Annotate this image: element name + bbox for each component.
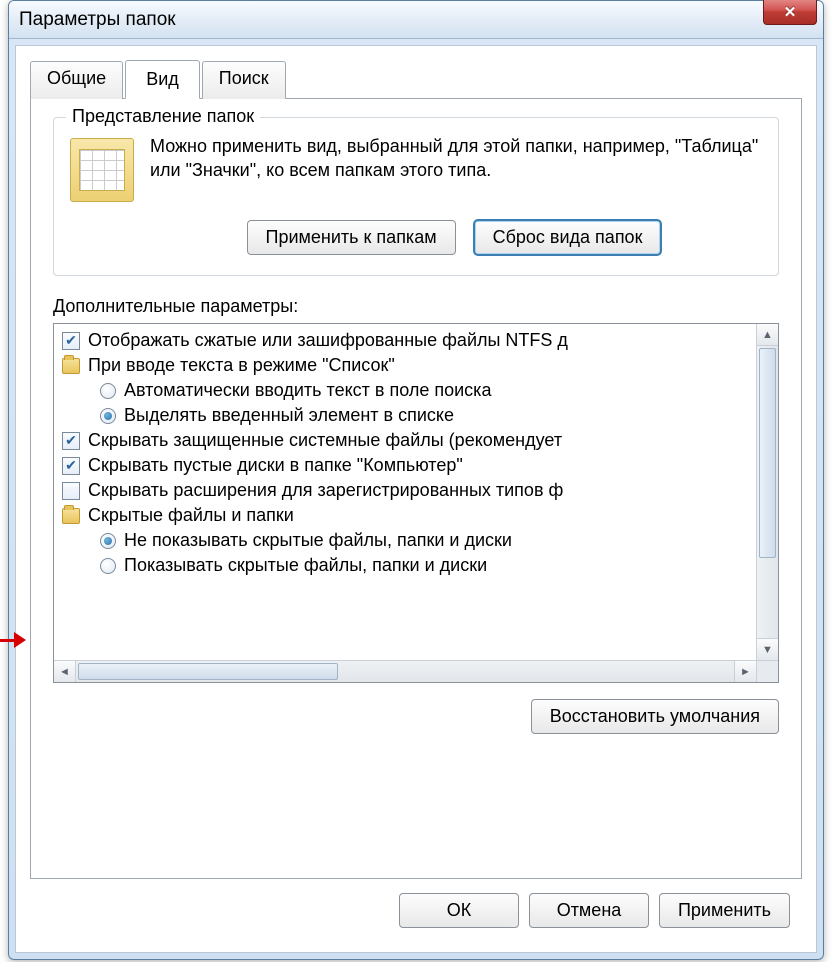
- scroll-up-icon[interactable]: ▲: [757, 324, 778, 346]
- list-item-label: Не показывать скрытые файлы, папки и дис…: [124, 530, 512, 551]
- list-item[interactable]: Скрытые файлы и папки: [56, 503, 776, 528]
- folder-icon: [62, 358, 80, 374]
- radio-icon[interactable]: [100, 383, 116, 399]
- close-icon: ✕: [784, 3, 797, 21]
- list-item[interactable]: Автоматически вводить текст в поле поиск…: [56, 378, 776, 403]
- folder-icon: [70, 138, 134, 202]
- list-item[interactable]: Не показывать скрытые файлы, папки и дис…: [56, 528, 776, 553]
- v-thumb[interactable]: [759, 348, 776, 558]
- radio-icon[interactable]: [100, 558, 116, 574]
- cancel-button[interactable]: Отмена: [529, 893, 649, 928]
- list-item[interactable]: ✔ Скрывать пустые диски в папке "Компьюте…: [56, 453, 776, 478]
- list-item[interactable]: При вводе текста в режиме "Список": [56, 353, 776, 378]
- list-item-label: Скрывать защищенные системные файлы (рек…: [88, 430, 562, 451]
- annotation-arrow-icon: [0, 630, 28, 650]
- cancel-label: Отмена: [557, 900, 622, 920]
- radio-icon[interactable]: [100, 408, 116, 424]
- list-item-label: Скрытые файлы и папки: [88, 505, 294, 526]
- h-track[interactable]: [76, 661, 734, 682]
- close-button[interactable]: ✕: [763, 0, 817, 25]
- ok-button[interactable]: ОК: [399, 893, 519, 928]
- reset-folders-label: Сброс вида папок: [493, 227, 643, 247]
- dialog-window: Параметры папок ✕ Общие Вид Поиск Предст…: [8, 0, 824, 960]
- radio-icon[interactable]: [100, 533, 116, 549]
- advanced-settings-list: ✔ Отображать сжатые или зашифрованные фай…: [53, 323, 779, 683]
- restore-defaults-button[interactable]: Восстановить умолчания: [531, 699, 779, 734]
- list-item-label: Автоматически вводить текст в поле поиск…: [124, 380, 491, 401]
- checkbox-icon[interactable]: ✔: [62, 457, 80, 475]
- checkbox-icon[interactable]: [62, 482, 80, 500]
- list-item[interactable]: Показывать скрытые файлы, папки и диски: [56, 553, 776, 578]
- scroll-right-icon[interactable]: ►: [734, 661, 756, 682]
- checkbox-icon[interactable]: ✔: [62, 332, 80, 350]
- dialog-button-bar: ОК Отмена Применить: [30, 879, 802, 938]
- window-title: Параметры папок: [19, 9, 176, 31]
- apply-label: Применить: [678, 900, 771, 920]
- vertical-scrollbar[interactable]: ▲ ▼: [756, 324, 778, 660]
- ok-label: ОК: [447, 900, 472, 920]
- horizontal-scrollbar[interactable]: ◄ ►: [54, 660, 756, 682]
- list-item-label: При вводе текста в режиме "Список": [88, 355, 395, 376]
- tab-view[interactable]: Вид: [125, 60, 200, 99]
- list-item[interactable]: Скрывать расширения для зарегистрированн…: [56, 478, 776, 503]
- folder-views-description: Можно применить вид, выбранный для этой …: [150, 134, 762, 202]
- folder-icon: [62, 508, 80, 524]
- titlebar: Параметры папок ✕: [9, 1, 823, 39]
- restore-defaults-label: Восстановить умолчания: [550, 706, 760, 726]
- tab-general[interactable]: Общие: [30, 61, 123, 99]
- apply-button[interactable]: Применить: [659, 893, 790, 928]
- list-item-label: Выделять введенный элемент в списке: [124, 405, 454, 426]
- list-item[interactable]: ✔ Отображать сжатые или зашифрованные фай…: [56, 328, 776, 353]
- scroll-corner: [756, 660, 778, 682]
- reset-folders-button[interactable]: Сброс вида папок: [474, 220, 662, 255]
- list-item-label: Отображать сжатые или зашифрованные файл…: [88, 330, 568, 351]
- list-item[interactable]: Выделять введенный элемент в списке: [56, 403, 776, 428]
- scroll-down-icon[interactable]: ▼: [757, 638, 778, 660]
- v-track[interactable]: [757, 346, 778, 638]
- list-item-label: Скрывать пустые диски в папке "Компьютер…: [88, 455, 463, 476]
- tab-search[interactable]: Поиск: [202, 61, 286, 99]
- list-item[interactable]: ✔ Скрывать защищенные системные файлы (ре…: [56, 428, 776, 453]
- list-item-label: Скрывать расширения для зарегистрированн…: [88, 480, 563, 501]
- advanced-label: Дополнительные параметры:: [53, 296, 779, 317]
- list-inner: ✔ Отображать сжатые или зашифрованные фай…: [54, 324, 778, 682]
- client-area: Общие Вид Поиск Представление папок Можн…: [15, 45, 817, 953]
- scroll-left-icon[interactable]: ◄: [54, 661, 76, 682]
- h-thumb[interactable]: [78, 663, 338, 680]
- apply-to-folders-button[interactable]: Применить к папкам: [247, 220, 456, 255]
- list-item-label: Показывать скрытые файлы, папки и диски: [124, 555, 487, 576]
- folder-views-legend: Представление папок: [66, 106, 260, 127]
- folder-views-group: Представление папок Можно применить вид,…: [53, 117, 779, 276]
- apply-to-folders-label: Применить к папкам: [266, 227, 437, 247]
- tab-strip: Общие Вид Поиск: [30, 60, 802, 98]
- checkbox-icon[interactable]: ✔: [62, 432, 80, 450]
- tab-panel-view: Представление папок Можно применить вид,…: [30, 98, 802, 879]
